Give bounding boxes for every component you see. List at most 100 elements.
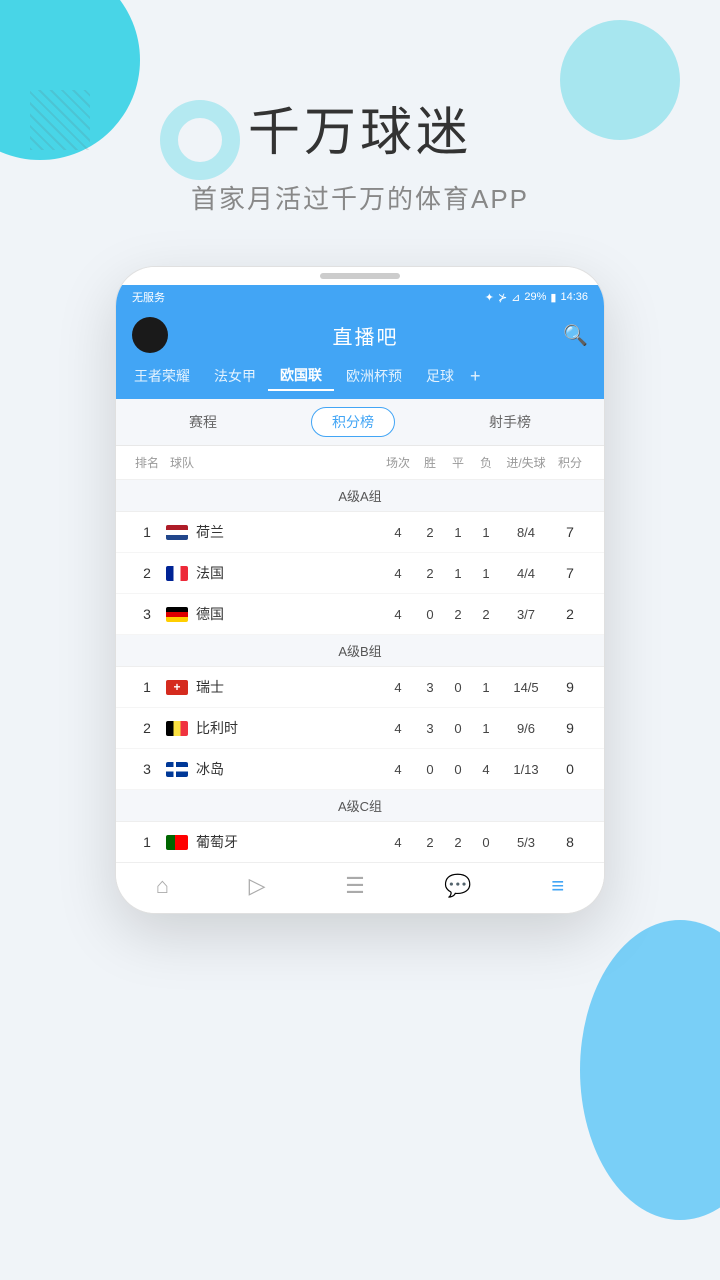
table-row[interactable]: 3 冰岛 4 0 0 4 1/13 0 xyxy=(116,749,604,790)
goals-de: 3/7 xyxy=(500,607,552,622)
flag-netherlands xyxy=(166,525,188,540)
nav-video[interactable]: ▷ xyxy=(239,873,276,899)
rank-3a: 3 xyxy=(132,606,162,622)
team-name-be: 比利时 xyxy=(196,718,238,738)
team-netherlands: 荷兰 xyxy=(162,522,380,542)
matches-be: 4 xyxy=(380,721,416,736)
win-nl: 2 xyxy=(416,525,444,540)
cat-tab-ouzhou[interactable]: 欧洲杯预 xyxy=(334,362,414,390)
play-icon: ▷ xyxy=(249,873,266,899)
table-row[interactable]: 3 德国 4 0 2 2 3/7 2 xyxy=(116,594,604,635)
matches-is: 4 xyxy=(380,762,416,777)
standings-table: 排名 球队 场次 胜 平 负 进/失球 积分 A级A组 1 荷兰 4 2 1 xyxy=(116,446,604,862)
nav-home[interactable]: ⌂ xyxy=(146,873,179,899)
loss-is: 4 xyxy=(472,762,500,777)
win-is: 0 xyxy=(416,762,444,777)
nav-chat[interactable]: 💬 xyxy=(434,873,481,899)
team-germany: 德国 xyxy=(162,604,380,624)
goals-pt: 5/3 xyxy=(500,835,552,850)
notch-bar xyxy=(320,273,400,279)
loss-pt: 0 xyxy=(472,835,500,850)
team-iceland: 冰岛 xyxy=(162,759,380,779)
draw-de: 2 xyxy=(444,607,472,622)
flag-belgium xyxy=(166,721,188,736)
goals-be: 9/6 xyxy=(500,721,552,736)
table-row[interactable]: 2 法国 4 2 1 1 4/4 7 xyxy=(116,553,604,594)
rank-1c: 1 xyxy=(132,834,162,850)
add-category-icon[interactable]: + xyxy=(470,366,481,387)
loss-ch: 1 xyxy=(472,680,500,695)
home-icon: ⌂ xyxy=(156,873,169,899)
group-a-header: A级A组 xyxy=(116,480,604,512)
pts-ch: 9 xyxy=(552,679,588,695)
table-row[interactable]: 1 瑞士 4 3 0 1 14/5 9 xyxy=(116,667,604,708)
pts-nl: 7 xyxy=(552,524,588,540)
nav-more[interactable]: ≡ xyxy=(541,873,574,899)
sub-tab-standings[interactable]: 积分榜 xyxy=(311,407,395,437)
header-rank: 排名 xyxy=(132,454,162,471)
draw-is: 0 xyxy=(444,762,472,777)
win-de: 0 xyxy=(416,607,444,622)
pts-fr: 7 xyxy=(552,565,588,581)
nav-news[interactable]: ☰ xyxy=(335,873,375,899)
draw-pt: 2 xyxy=(444,835,472,850)
sub-tab-scorers[interactable]: 射手榜 xyxy=(469,408,551,436)
draw-nl: 1 xyxy=(444,525,472,540)
flag-iceland xyxy=(166,762,188,777)
flag-france xyxy=(166,566,188,581)
table-row[interactable]: 1 荷兰 4 2 1 1 8/4 7 xyxy=(116,512,604,553)
category-tabs: 王者荣耀 法女甲 欧国联 欧洲杯预 足球 + xyxy=(116,361,604,399)
flag-switzerland xyxy=(166,680,188,695)
table-row[interactable]: 1 葡萄牙 4 2 2 0 5/3 8 xyxy=(116,822,604,862)
pts-be: 9 xyxy=(552,720,588,736)
cat-tab-zuqiu[interactable]: 足球 xyxy=(414,362,466,390)
team-belgium: 比利时 xyxy=(162,718,380,738)
table-header: 排名 球队 场次 胜 平 负 进/失球 积分 xyxy=(116,446,604,480)
list-icon: ≡ xyxy=(551,873,564,899)
loss-de: 2 xyxy=(472,607,500,622)
table-row[interactable]: 2 比利时 4 3 0 1 9/6 9 xyxy=(116,708,604,749)
status-right: ✦ ⊁ ⊿ 29% ▮ 14:36 xyxy=(485,291,588,304)
battery-level: 29% xyxy=(524,291,546,303)
goals-fr: 4/4 xyxy=(500,566,552,581)
draw-fr: 1 xyxy=(444,566,472,581)
draw-be: 0 xyxy=(444,721,472,736)
app-logo[interactable] xyxy=(132,317,168,353)
rank-1a: 1 xyxy=(132,524,162,540)
goals-is: 1/13 xyxy=(500,762,552,777)
hero-subtitle: 首家月活过千万的体育APP xyxy=(0,179,720,216)
matches-ch: 4 xyxy=(380,680,416,695)
flag-portugal xyxy=(166,835,188,850)
search-icon[interactable]: 🔍 xyxy=(563,323,588,348)
sub-tab-schedule[interactable]: 赛程 xyxy=(169,408,237,436)
group-b-header: A级B组 xyxy=(116,635,604,667)
signal-icon: ⊿ xyxy=(511,291,520,304)
app-title: 直播吧 xyxy=(333,321,399,350)
team-name-ch: 瑞士 xyxy=(196,677,224,697)
header-team: 球队 xyxy=(162,454,380,471)
app-header: 直播吧 🔍 xyxy=(116,309,604,361)
team-name-fr: 法国 xyxy=(196,563,224,583)
battery-icon: ▮ xyxy=(550,291,556,304)
goals-nl: 8/4 xyxy=(500,525,552,540)
time-display: 14:36 xyxy=(560,291,588,303)
rank-3b: 3 xyxy=(132,761,162,777)
header-pts: 积分 xyxy=(552,454,588,471)
group-c-header: A级C组 xyxy=(116,790,604,822)
matches-pt: 4 xyxy=(380,835,416,850)
team-name-is: 冰岛 xyxy=(196,759,224,779)
loss-be: 1 xyxy=(472,721,500,736)
bluetooth-icon: ✦ xyxy=(485,291,494,304)
team-france: 法国 xyxy=(162,563,380,583)
cat-tab-wangzhe[interactable]: 王者荣耀 xyxy=(122,362,202,390)
win-ch: 3 xyxy=(416,680,444,695)
cat-tab-ouguo[interactable]: 欧国联 xyxy=(268,361,334,391)
cat-tab-fanvjia[interactable]: 法女甲 xyxy=(202,362,268,390)
win-pt: 2 xyxy=(416,835,444,850)
header-goals: 进/失球 xyxy=(500,454,552,471)
hero-section: 千万球迷 首家月活过千万的体育APP xyxy=(0,0,720,246)
bg-decoration-circle-bottom xyxy=(580,920,720,1220)
win-be: 3 xyxy=(416,721,444,736)
chat-icon: 💬 xyxy=(444,873,471,899)
status-bar: 无服务 ✦ ⊁ ⊿ 29% ▮ 14:36 xyxy=(116,285,604,309)
